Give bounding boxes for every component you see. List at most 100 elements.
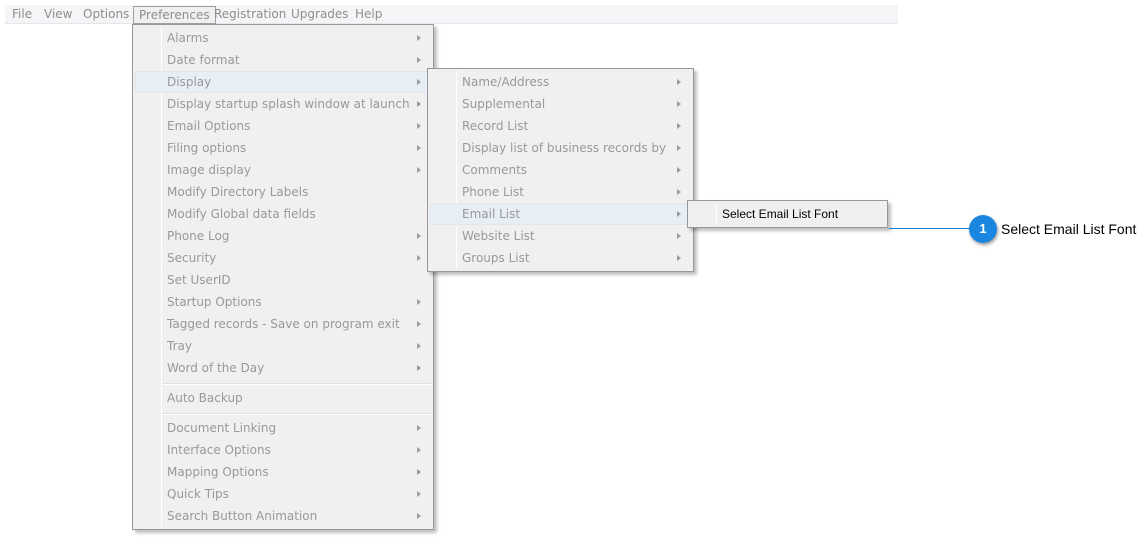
menu-item-label: Filing options xyxy=(167,141,247,155)
menu-item-label: Interface Options xyxy=(167,443,271,457)
submenu-arrow-icon xyxy=(677,189,681,195)
menu-file[interactable]: File xyxy=(7,6,37,24)
menu-item-label: Tagged records - Save on program exit xyxy=(167,317,400,331)
menu-item-email-list[interactable]: Email List xyxy=(430,203,691,225)
menubar: File View Options Preferences Registrati… xyxy=(5,5,898,24)
email-list-submenu: Select Email List Font xyxy=(687,200,888,228)
menu-item-label: Security xyxy=(167,251,217,265)
menu-item-label: Email List xyxy=(462,207,521,221)
submenu-arrow-icon xyxy=(417,79,421,85)
menu-item-tagged-records-save-on-program-exit[interactable]: Tagged records - Save on program exit xyxy=(135,313,431,335)
menu-item-label: Record List xyxy=(462,119,529,133)
callout-connector xyxy=(889,228,971,229)
menu-item-phone-log[interactable]: Phone Log xyxy=(135,225,431,247)
menu-item-startup-options[interactable]: Startup Options xyxy=(135,291,431,313)
menu-item-comments[interactable]: Comments xyxy=(430,159,691,181)
menu-item-website-list[interactable]: Website List xyxy=(430,225,691,247)
menu-item-filing-options[interactable]: Filing options xyxy=(135,137,431,159)
menu-item-label: Phone Log xyxy=(167,229,230,243)
submenu-arrow-icon xyxy=(417,255,421,261)
menu-item-label: Alarms xyxy=(167,31,209,45)
menu-item-image-display[interactable]: Image display xyxy=(135,159,431,181)
submenu-arrow-icon xyxy=(677,255,681,261)
menu-item-word-of-the-day[interactable]: Word of the Day xyxy=(135,357,431,379)
submenu-arrow-icon xyxy=(417,425,421,431)
submenu-arrow-icon xyxy=(677,101,681,107)
menu-options[interactable]: Options xyxy=(78,6,134,24)
menu-item-label: Mapping Options xyxy=(167,465,269,479)
submenu-arrow-icon xyxy=(417,145,421,151)
menu-item-label: Comments xyxy=(462,163,528,177)
menu-preferences[interactable]: Preferences xyxy=(133,6,216,24)
submenu-arrow-icon xyxy=(417,491,421,497)
menu-separator xyxy=(163,383,431,385)
submenu-arrow-icon xyxy=(677,233,681,239)
menu-item-groups-list[interactable]: Groups List xyxy=(430,247,691,269)
menu-registration[interactable]: Registration xyxy=(209,6,291,24)
submenu-arrow-icon xyxy=(417,321,421,327)
menu-item-label: Display xyxy=(167,75,212,89)
submenu-arrow-icon xyxy=(417,447,421,453)
submenu-arrow-icon xyxy=(417,101,421,107)
submenu-arrow-icon xyxy=(677,123,681,129)
callout-label: Select Email List Font xyxy=(1001,221,1137,237)
menu-item-label: Word of the Day xyxy=(167,361,265,375)
select-email-list-font-item[interactable]: Select Email List Font xyxy=(690,203,885,225)
menu-item-label: Display list of business records by xyxy=(462,141,667,155)
menu-item-label: Quick Tips xyxy=(167,487,229,501)
menu-item-quick-tips[interactable]: Quick Tips xyxy=(135,483,431,505)
menu-item-phone-list[interactable]: Phone List xyxy=(430,181,691,203)
menu-item-security[interactable]: Security xyxy=(135,247,431,269)
menu-item-auto-backup[interactable]: Auto Backup xyxy=(135,387,431,409)
menu-item-modify-global-data-fields[interactable]: Modify Global data fields xyxy=(135,203,431,225)
submenu-arrow-icon xyxy=(417,343,421,349)
submenu-arrow-icon xyxy=(417,57,421,63)
menu-item-alarms[interactable]: Alarms xyxy=(135,27,431,49)
menu-item-display-startup-splash-window-at-launch[interactable]: Display startup splash window at launch xyxy=(135,93,431,115)
submenu-arrow-icon xyxy=(417,167,421,173)
menu-item-display[interactable]: Display xyxy=(135,71,431,93)
submenu-arrow-icon xyxy=(417,469,421,475)
submenu-arrow-icon xyxy=(677,167,681,173)
menu-item-modify-directory-labels[interactable]: Modify Directory Labels xyxy=(135,181,431,203)
menu-view[interactable]: View xyxy=(39,6,77,24)
menu-item-name-address[interactable]: Name/Address xyxy=(430,71,691,93)
submenu-arrow-icon xyxy=(417,233,421,239)
submenu-arrow-icon xyxy=(417,35,421,41)
menu-item-label: Search Button Animation xyxy=(167,509,318,523)
menu-item-label: Phone List xyxy=(462,185,524,199)
menu-item-label: Image display xyxy=(167,163,252,177)
menu-item-date-format[interactable]: Date format xyxy=(135,49,431,71)
display-submenu: Name/Address Supplemental Record List Displ… xyxy=(427,68,694,272)
menu-item-tray[interactable]: Tray xyxy=(135,335,431,357)
submenu-arrow-icon xyxy=(417,123,421,129)
menu-item-search-button-animation[interactable]: Search Button Animation xyxy=(135,505,431,527)
menu-item-set-userid[interactable]: Set UserID xyxy=(135,269,431,291)
menu-item-label: Name/Address xyxy=(462,75,550,89)
menu-item-display-list-of-business-records-by[interactable]: Display list of business records by xyxy=(430,137,691,159)
menu-help[interactable]: Help xyxy=(350,6,387,24)
menu-upgrades[interactable]: Upgrades xyxy=(286,6,354,24)
submenu-arrow-icon xyxy=(677,211,681,217)
menu-item-record-list[interactable]: Record List xyxy=(430,115,691,137)
menu-item-label: Modify Directory Labels xyxy=(167,185,309,199)
menu-item-label: Startup Options xyxy=(167,295,262,309)
menu-item-supplemental[interactable]: Supplemental xyxy=(430,93,691,115)
menu-item-label: Set UserID xyxy=(167,273,231,287)
menu-separator xyxy=(163,413,431,415)
menu-item-label: Email Options xyxy=(167,119,251,133)
menu-item-label: Groups List xyxy=(462,251,530,265)
submenu-arrow-icon xyxy=(417,513,421,519)
menu-item-document-linking[interactable]: Document Linking xyxy=(135,417,431,439)
menu-item-label: Modify Global data fields xyxy=(167,207,316,221)
menu-item-label: Document Linking xyxy=(167,421,277,435)
menu-item-label: Website List xyxy=(462,229,535,243)
menu-item-interface-options[interactable]: Interface Options xyxy=(135,439,431,461)
submenu-arrow-icon xyxy=(677,145,681,151)
menu-item-label: Auto Backup xyxy=(167,391,243,405)
menu-item-label: Display startup splash window at launch xyxy=(167,97,410,111)
menu-item-label: Supplemental xyxy=(462,97,546,111)
menu-item-mapping-options[interactable]: Mapping Options xyxy=(135,461,431,483)
submenu-arrow-icon xyxy=(417,365,421,371)
menu-item-email-options[interactable]: Email Options xyxy=(135,115,431,137)
